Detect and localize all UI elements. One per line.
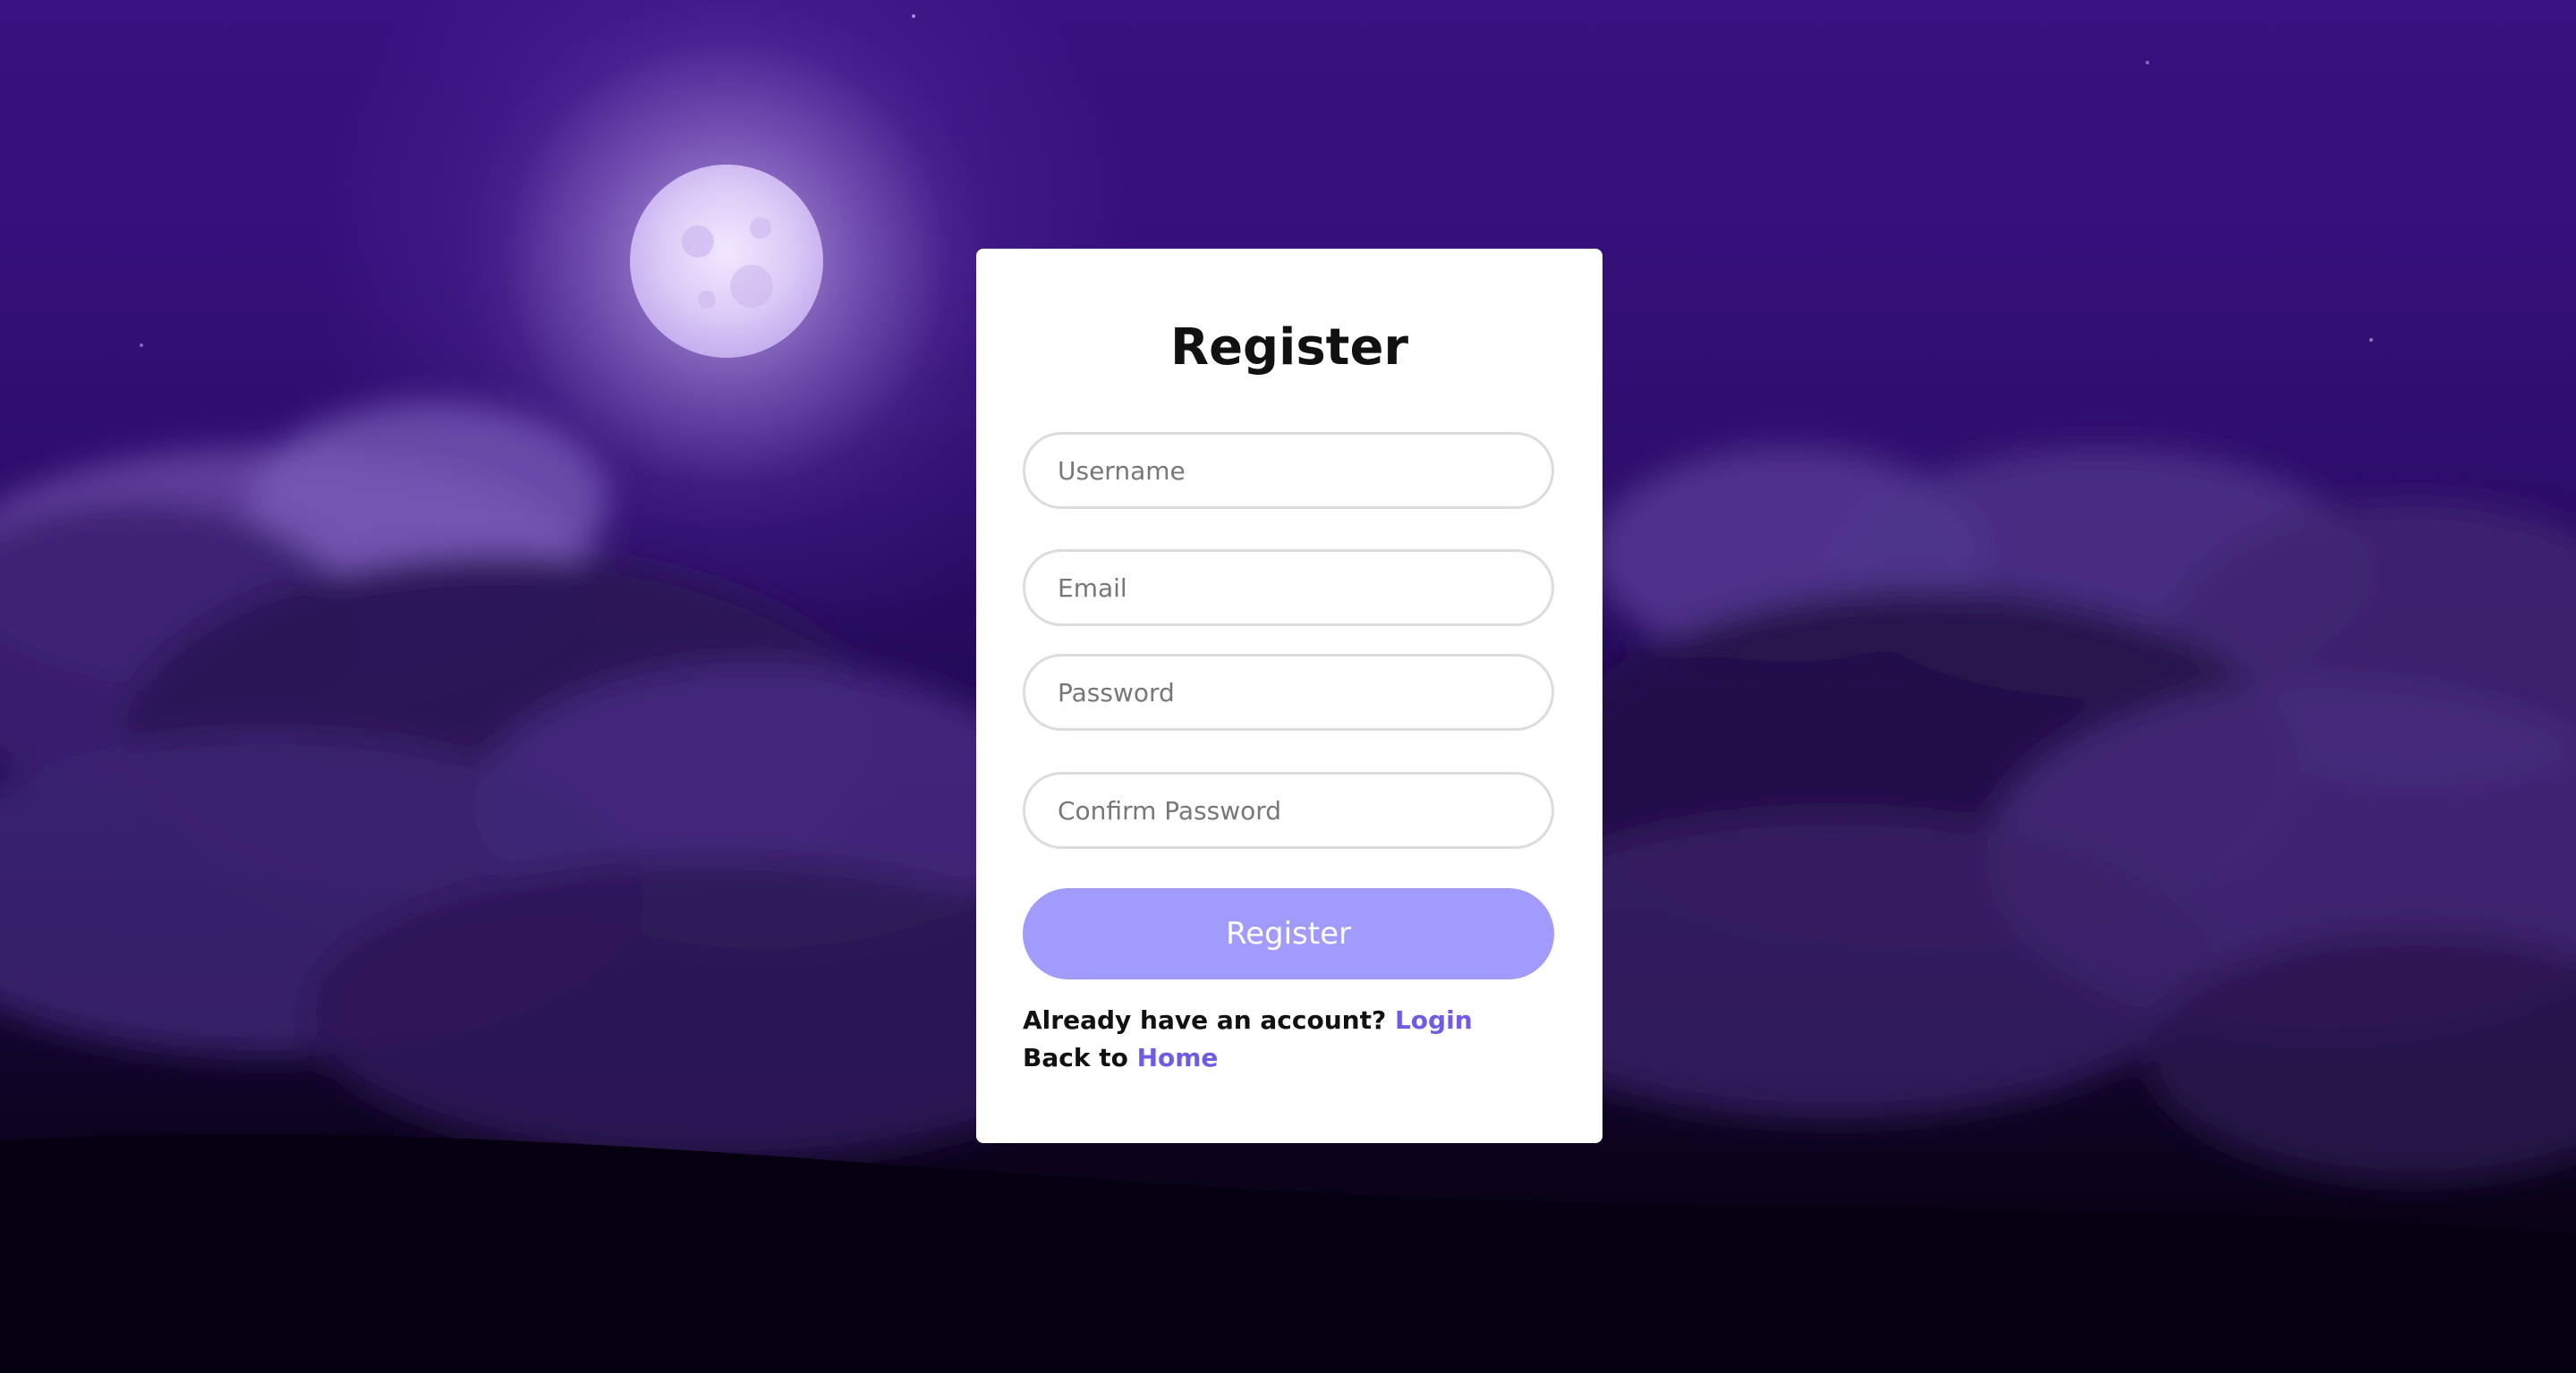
login-prompt-text: Already have an account? bbox=[1023, 1005, 1387, 1035]
home-prompt-row: Back to Home bbox=[1023, 1043, 1218, 1072]
register-title: Register bbox=[1169, 318, 1409, 377]
home-prompt-text: Back to bbox=[1023, 1043, 1128, 1072]
home-link[interactable]: Home bbox=[1137, 1043, 1219, 1072]
email-input[interactable] bbox=[1023, 549, 1554, 626]
moon-icon bbox=[630, 165, 823, 358]
confirm-password-input[interactable] bbox=[1023, 772, 1554, 849]
username-input[interactable] bbox=[1023, 432, 1554, 509]
register-button[interactable]: Register bbox=[1023, 888, 1554, 979]
ground-silhouette bbox=[0, 1134, 2576, 1373]
login-link[interactable]: Login bbox=[1395, 1005, 1473, 1035]
login-prompt-row: Already have an account? Login bbox=[1023, 1005, 1473, 1035]
register-card: Register Register Already have an accoun… bbox=[976, 249, 1603, 1143]
password-input[interactable] bbox=[1023, 654, 1554, 731]
